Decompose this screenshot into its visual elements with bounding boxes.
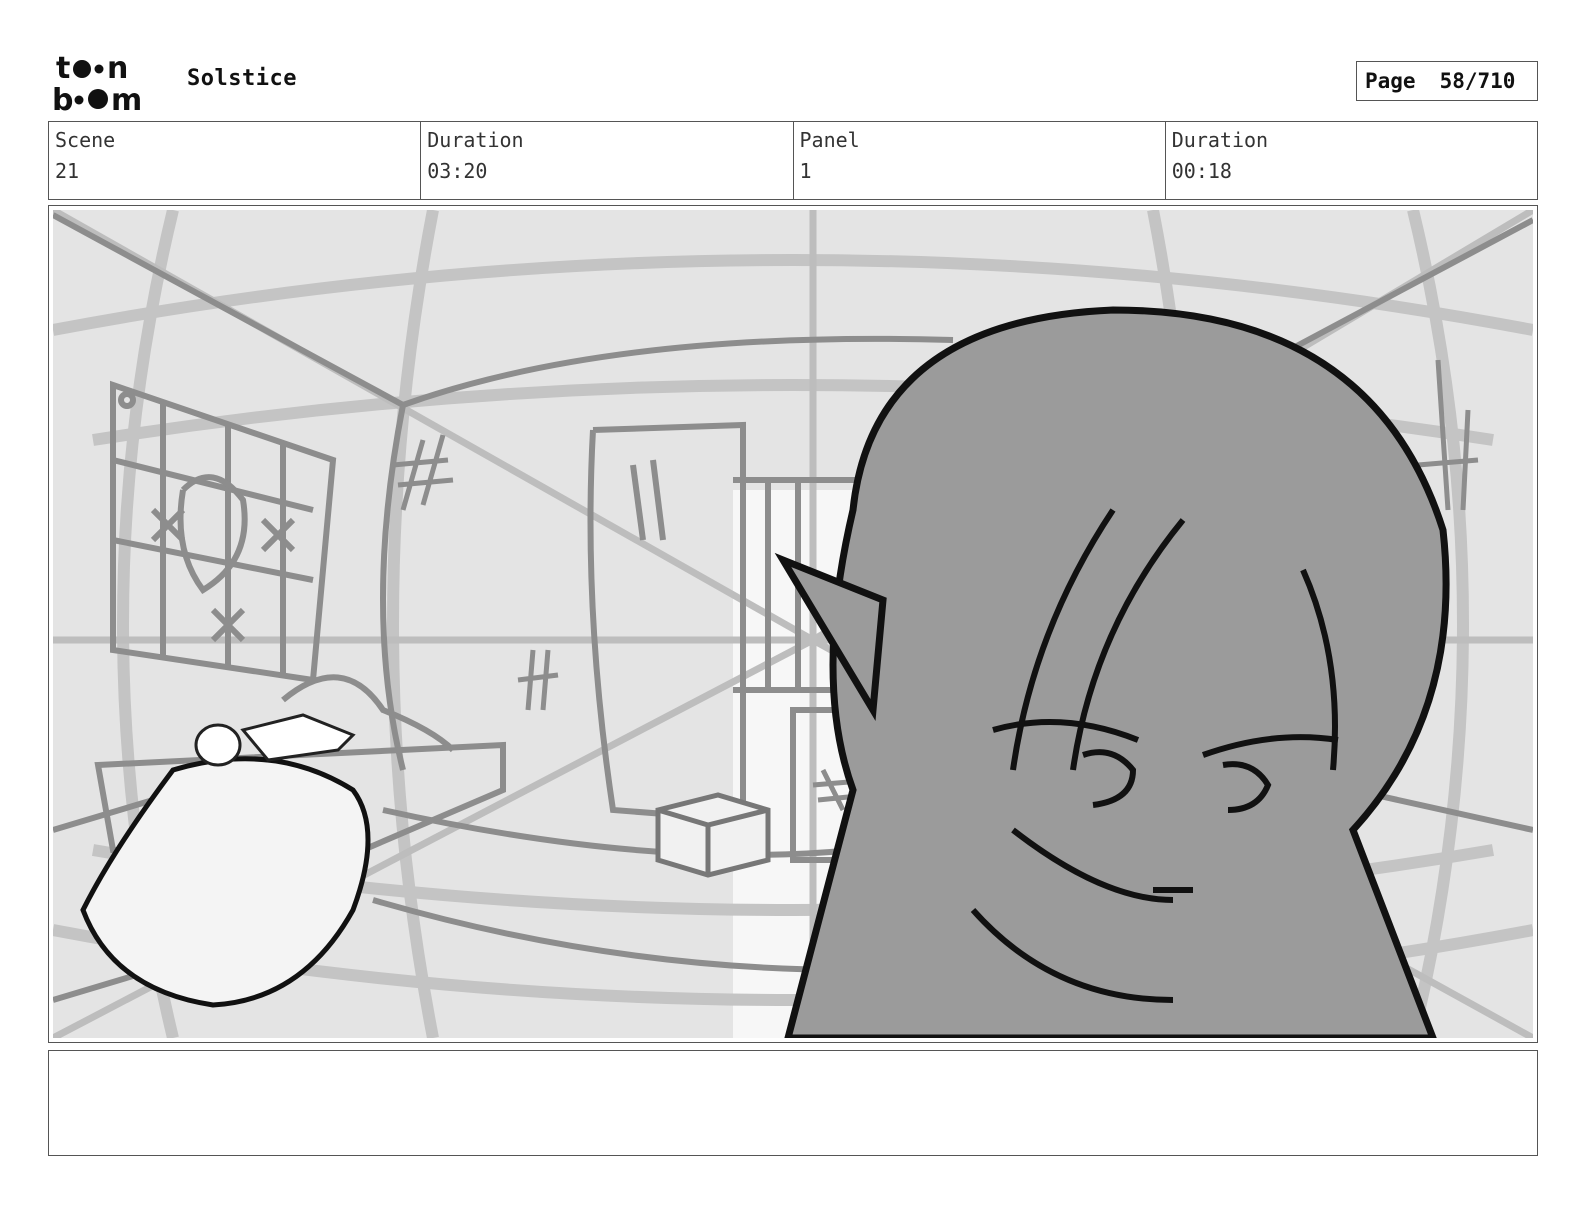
scene-duration-value: 03:20 bbox=[427, 159, 488, 183]
scene-duration-label: Duration bbox=[427, 128, 524, 152]
panel-notes-box bbox=[48, 1050, 1538, 1156]
svg-text:b: b bbox=[52, 83, 73, 112]
storyboard-panel bbox=[48, 205, 1538, 1043]
storyboard-sketch-image bbox=[53, 210, 1533, 1038]
page-label: Page bbox=[1365, 69, 1416, 93]
panel-duration-value: 00:18 bbox=[1171, 159, 1232, 183]
panel-label: Panel bbox=[799, 128, 860, 152]
scene-cell: Scene 21 bbox=[49, 122, 422, 199]
svg-text:m: m bbox=[111, 83, 142, 112]
scene-label: Scene bbox=[55, 128, 116, 152]
scene-value: 21 bbox=[55, 159, 80, 183]
page-number: 58/710 bbox=[1439, 69, 1516, 93]
panel-value: 1 bbox=[799, 159, 812, 183]
project-title: Solstice bbox=[187, 66, 297, 91]
panel-duration-label: Duration bbox=[1171, 128, 1269, 152]
scene-info-table: Scene 21 Duration 03:20 Panel 1 Duration… bbox=[48, 121, 1538, 200]
scene-duration-cell: Duration 03:20 bbox=[421, 122, 794, 199]
svg-text:t: t bbox=[56, 52, 70, 86]
svg-text:n: n bbox=[107, 52, 128, 86]
panel-cell: Panel 1 bbox=[794, 122, 1166, 199]
panel-duration-cell: Duration 00:18 bbox=[1166, 122, 1537, 199]
toon-boom-logo: t n b m bbox=[52, 52, 142, 112]
page-indicator: Page 58/710 bbox=[1356, 61, 1538, 101]
